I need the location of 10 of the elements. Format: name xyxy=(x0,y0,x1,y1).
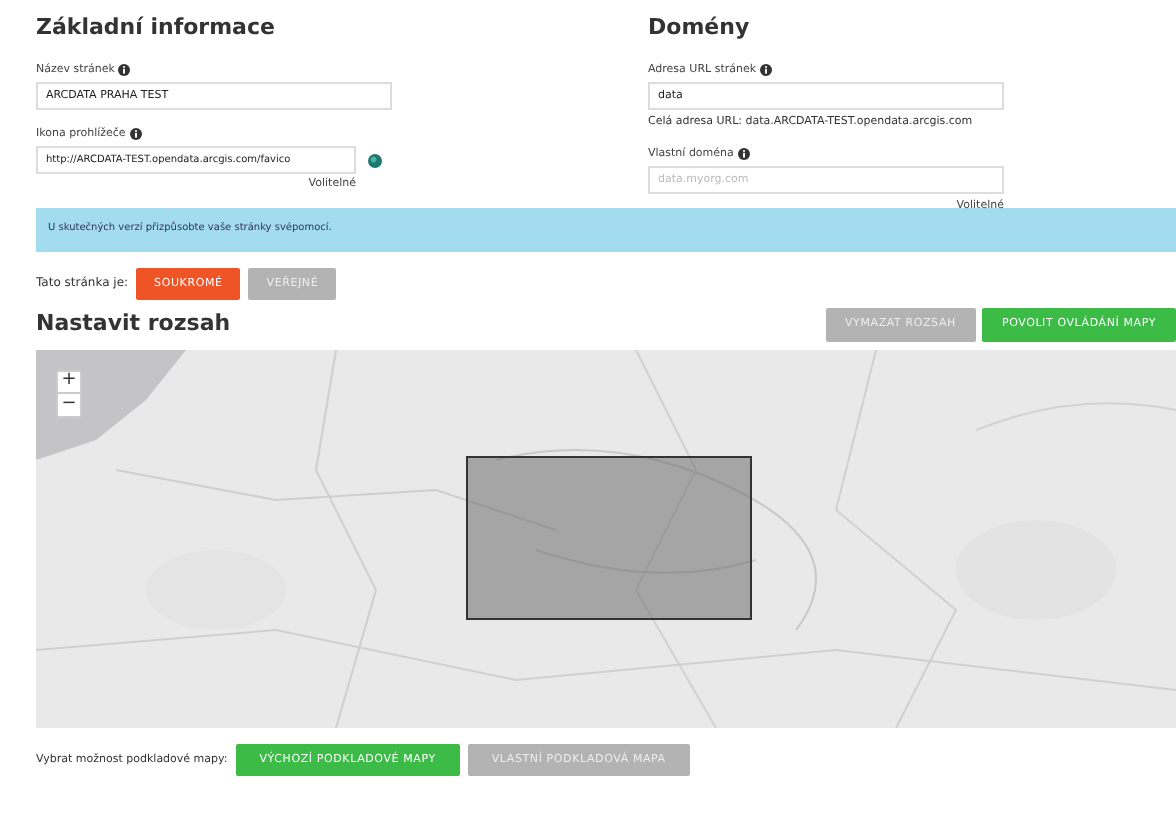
info-icon[interactable] xyxy=(118,63,131,76)
section-heading: Domény xyxy=(648,12,752,44)
globe-icon xyxy=(368,153,382,167)
info-icon[interactable] xyxy=(760,63,773,76)
section-heading: Nastavit rozsah xyxy=(36,308,231,340)
zoom-in-button[interactable]: + xyxy=(58,371,80,393)
section-heading: Základní informace xyxy=(36,12,277,44)
info-icon[interactable] xyxy=(737,148,750,161)
extent-rectangle[interactable] xyxy=(466,455,752,619)
info-icon[interactable] xyxy=(129,127,142,140)
